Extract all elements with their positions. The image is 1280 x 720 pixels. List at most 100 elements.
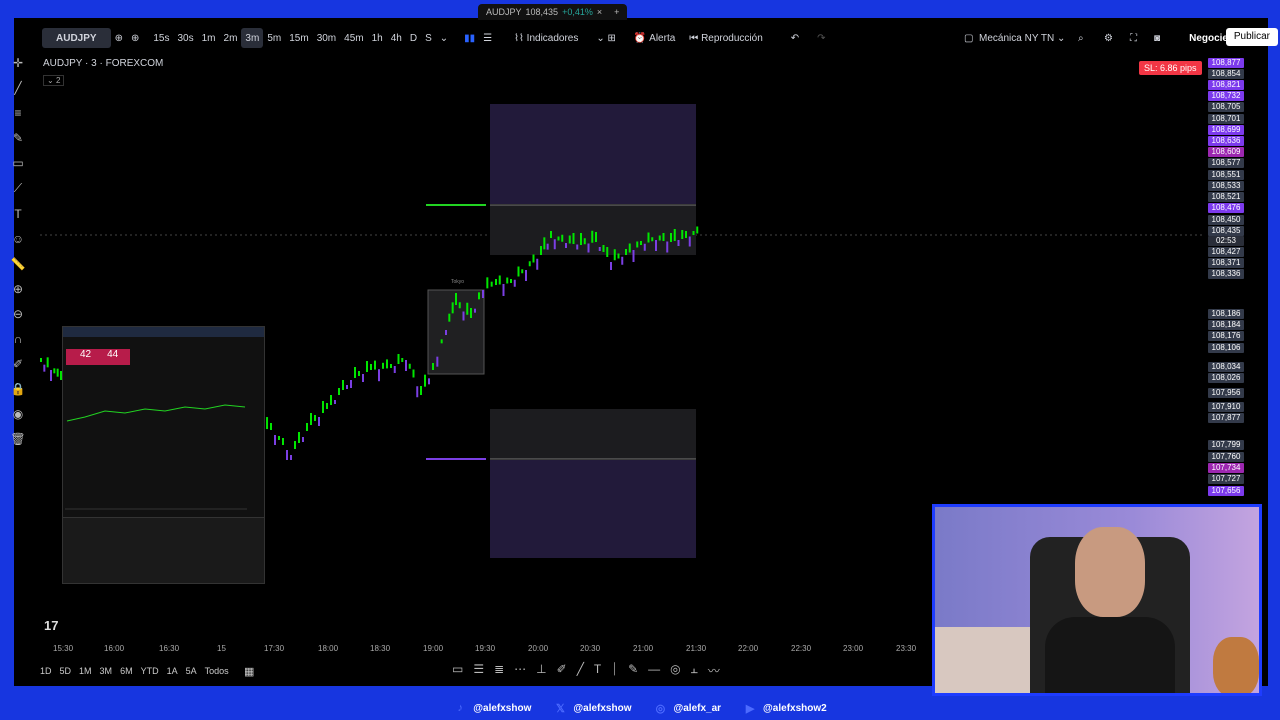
social-link[interactable]: 𝕏 @alefxshow — [553, 701, 632, 715]
measure-icon[interactable]: ⊥ — [536, 662, 546, 679]
price-label: 108,732 — [1208, 91, 1244, 101]
timeframe-15m[interactable]: 15m — [285, 28, 312, 48]
indicators-button[interactable]: ⌇⌇ Indicadores — [510, 28, 582, 48]
indicator-count-value: 2 — [55, 76, 61, 85]
zoom-out-icon[interactable]: ⊖ — [13, 307, 23, 321]
horizontal-line-icon[interactable]: — — [648, 662, 660, 679]
brush-icon[interactable]: ✎ — [13, 131, 23, 145]
range-Todos[interactable]: Todos — [205, 666, 229, 676]
social-link[interactable]: ▶ @alefxshow2 — [743, 701, 827, 715]
zoom-in-icon[interactable]: ⊕ — [13, 282, 23, 296]
text-icon[interactable]: T — [14, 207, 21, 221]
indicator-count[interactable]: ⌄ 2 — [43, 75, 65, 86]
chevron-down-icon[interactable]: ⌄ — [436, 28, 452, 48]
timeframe-1h[interactable]: 1h — [368, 28, 387, 48]
price-label: 108,427 — [1208, 247, 1244, 257]
price-label: 108,106 — [1208, 343, 1244, 353]
fork-icon[interactable]: ⫠ — [691, 662, 698, 679]
undo-icon[interactable]: ↶ — [787, 28, 803, 48]
path-icon[interactable]: ⟋ — [14, 181, 22, 196]
lines-icon[interactable]: ☰ — [473, 662, 484, 679]
tab-price: 108,435 — [525, 7, 559, 17]
tradingview-logo: 17 — [44, 618, 59, 633]
replay-button[interactable]: ⏮ Reproducción — [685, 28, 767, 48]
timeframe-S[interactable]: S — [421, 28, 436, 48]
frame-icon[interactable]: ▭ — [452, 662, 463, 679]
replay-icon: ⏮ — [689, 32, 702, 44]
candle-type-icon[interactable]: ▮▮ — [460, 28, 479, 48]
alert-button[interactable]: ⏰ Alerta — [630, 28, 679, 48]
timeframe-D[interactable]: D — [406, 28, 421, 48]
highlighter-icon[interactable]: ✎ — [628, 662, 638, 679]
trade-button[interactable]: Negocie — [1185, 28, 1232, 48]
avatar-sticker-icon — [1213, 637, 1259, 693]
timeframe-15s[interactable]: 15s — [149, 28, 173, 48]
rectangle-icon[interactable]: ▭ — [12, 156, 23, 170]
layout-name: Mecánica NY TN — [979, 32, 1055, 44]
social-link[interactable]: ◎ @alefx_ar — [653, 701, 721, 715]
price-label: 107,910 — [1208, 402, 1244, 412]
fib-icon[interactable]: ≡ — [14, 106, 21, 120]
calendar-icon[interactable]: ▦ — [244, 665, 254, 678]
close-icon[interactable]: × — [597, 7, 602, 17]
compare-icon[interactable]: ⊕ — [111, 28, 127, 48]
social-link[interactable]: ♪ @alefxshow — [453, 701, 532, 715]
redo-icon[interactable]: ↷ — [813, 28, 829, 48]
lock-icon[interactable]: 🔒 — [11, 382, 26, 396]
trend-line-icon[interactable]: ╱ — [14, 81, 21, 95]
range-3M[interactable]: 3M — [100, 666, 113, 676]
price-label: 108,877 — [1208, 58, 1244, 68]
search-icon[interactable]: ⌕ — [1074, 28, 1088, 48]
pen-icon[interactable]: ✐ — [557, 662, 567, 679]
timeframe-4h[interactable]: 4h — [387, 28, 406, 48]
templates-icon[interactable]: ⌄ ⊞ — [592, 28, 620, 48]
timeframe-1m[interactable]: 1m — [198, 28, 220, 48]
publish-button[interactable]: Publicar — [1225, 28, 1278, 46]
bar-style-icon[interactable]: ☰ — [479, 28, 496, 48]
magnet-icon[interactable]: ∩ — [14, 332, 23, 346]
price-label: 107,656 — [1208, 486, 1244, 496]
vertical-line-icon[interactable]: ⏐ — [611, 662, 618, 679]
social-handle: @alefxshow — [473, 702, 532, 714]
layout-button[interactable]: ▢ Mecánica NY TN ⌄ — [960, 28, 1069, 48]
add-symbol-icon[interactable]: ⊕ — [127, 28, 143, 48]
lock-draw-icon[interactable]: ✐ — [13, 357, 23, 371]
range-6M[interactable]: 6M — [120, 666, 133, 676]
range-1D[interactable]: 1D — [40, 666, 52, 676]
channel-icon[interactable]: ≣ — [494, 662, 504, 679]
fullscreen-icon[interactable]: ⛶ — [1126, 28, 1141, 48]
crosshair-icon[interactable]: ✛ — [13, 56, 23, 70]
range-1M[interactable]: 1M — [79, 666, 92, 676]
range-5A[interactable]: 5A — [186, 666, 197, 676]
target-icon[interactable]: ◎ — [670, 662, 680, 679]
timeframe-3m[interactable]: 3m — [241, 28, 264, 48]
timeframe-45m[interactable]: 45m — [340, 28, 367, 48]
diagonal-icon[interactable]: ╱ — [577, 662, 584, 679]
wave-icon[interactable]: 〰 — [708, 662, 720, 679]
browser-tab[interactable]: AUDJPY 108,435 +0,41% × + — [478, 4, 628, 20]
settings-icon[interactable]: ⚙ — [1100, 28, 1117, 48]
timeframe-30m[interactable]: 30m — [313, 28, 340, 48]
eye-icon[interactable]: ◉ — [13, 407, 23, 421]
range-5D[interactable]: 5D — [60, 666, 72, 676]
timeframe-2m[interactable]: 2m — [220, 28, 242, 48]
emoji-icon[interactable]: ☺ — [12, 232, 24, 246]
ruler-icon[interactable]: 📏 — [11, 257, 26, 271]
trash-icon[interactable]: 🗑 — [10, 432, 25, 446]
new-tab-icon[interactable]: + — [614, 7, 619, 17]
alert-label: Alerta — [649, 32, 676, 44]
range-bar: 1D 5D 1M 3M 6M YTD 1A 5A Todos — [40, 666, 229, 676]
range-YTD[interactable]: YTD — [141, 666, 159, 676]
mini-terminal-window: 42 44 — [62, 326, 265, 584]
timeframe-30s[interactable]: 30s — [173, 28, 197, 48]
price-label: 108,551 — [1208, 170, 1244, 180]
camera-icon[interactable]: ◙ — [1150, 28, 1164, 48]
alarm-icon: ⏰ — [633, 32, 650, 44]
text-tool-icon[interactable]: T — [594, 662, 601, 679]
time-label: 22:00 — [738, 644, 759, 653]
symbol-search-button[interactable]: AUDJPY — [42, 28, 111, 48]
pattern-icon[interactable]: ⋯ — [514, 662, 526, 679]
time-axis[interactable]: 15:30 16:00 16:30 15 17:30 18:00 18:30 19:00 19:… — [40, 644, 940, 656]
range-1A[interactable]: 1A — [167, 666, 178, 676]
timeframe-5m[interactable]: 5m — [263, 28, 285, 48]
